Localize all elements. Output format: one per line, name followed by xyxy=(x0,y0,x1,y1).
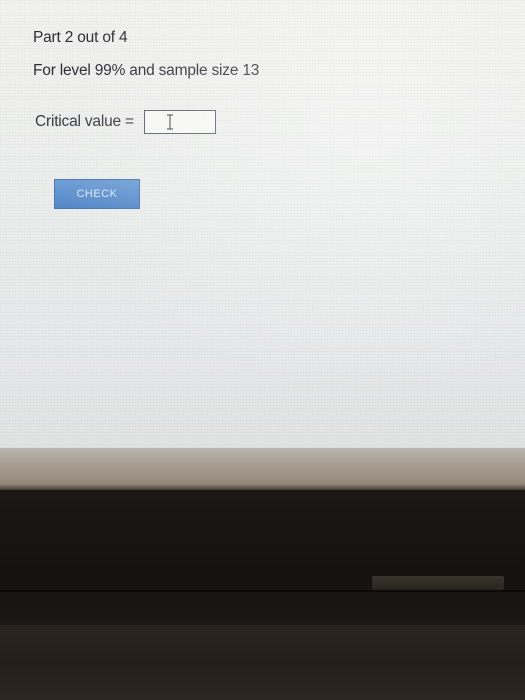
critical-value-row: Critical value = xyxy=(35,108,216,136)
laptop-screen: Part 2 out of 4 For level 99% and sample… xyxy=(0,0,525,448)
text-cursor-icon xyxy=(167,114,173,130)
hinge-line xyxy=(0,590,525,592)
critical-value-label: Critical value = xyxy=(35,113,138,130)
laptop-slot xyxy=(372,576,504,590)
photo-frame: Part 2 out of 4 For level 99% and sample… xyxy=(0,0,525,700)
laptop-lower-edge xyxy=(0,625,525,700)
part-label: Part 2 out of 4 xyxy=(33,29,128,46)
check-button[interactable]: CHECK xyxy=(54,179,140,209)
question-text: For level 99% and sample size 13 xyxy=(33,62,260,79)
screen-bezel xyxy=(0,448,525,490)
critical-value-input[interactable] xyxy=(144,110,216,134)
